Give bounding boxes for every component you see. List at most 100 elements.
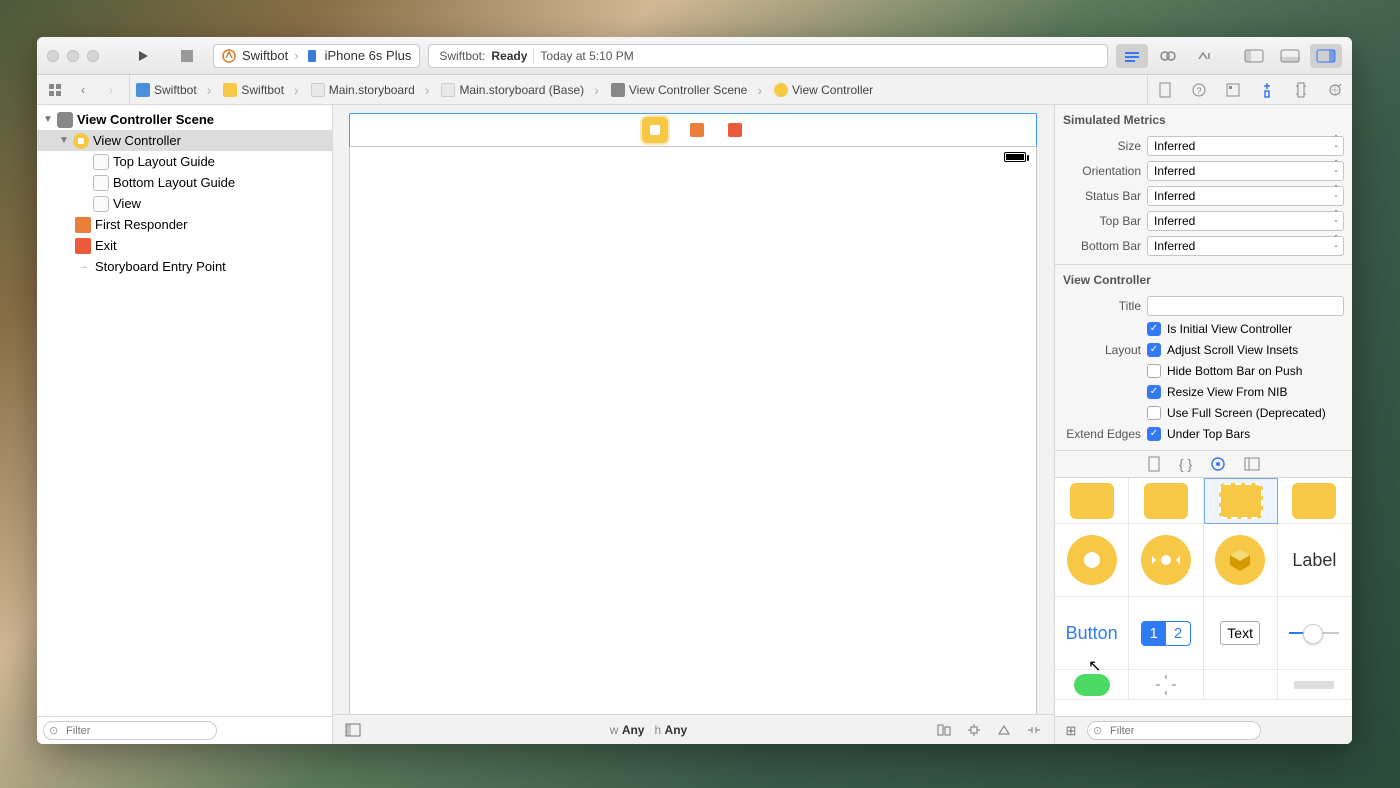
view-controller-heading: View Controller: [1063, 271, 1344, 293]
width-class[interactable]: Any: [622, 723, 645, 737]
view-controller-view[interactable]: [349, 147, 1037, 714]
toggle-inspector-button[interactable]: [1310, 44, 1342, 68]
outline-filter-input[interactable]: [43, 721, 217, 740]
breadcrumb[interactable]: Swiftbot Swiftbot Main.storyboard Main.s…: [130, 75, 1147, 104]
toggle-navigator-button[interactable]: [1238, 44, 1270, 68]
minimize-dot[interactable]: [67, 50, 79, 62]
resize-nib-checkbox[interactable]: ✓: [1147, 385, 1161, 399]
related-items-button[interactable]: [41, 75, 69, 104]
under-top-checkbox[interactable]: ✓: [1147, 427, 1161, 441]
lib-segmented[interactable]: 12: [1129, 597, 1203, 670]
grid-view-button[interactable]: ⊞: [1061, 723, 1081, 739]
size-select[interactable]: Inferred: [1147, 136, 1344, 156]
row-label: Top Layout Guide: [113, 154, 215, 169]
outline-entry-point[interactable]: → Storyboard Entry Point: [37, 256, 332, 277]
close-dot[interactable]: [47, 50, 59, 62]
outline-viewcontroller[interactable]: ▼ View Controller: [37, 130, 332, 151]
lib-unknown-1[interactable]: [1278, 478, 1352, 524]
file-template-tab[interactable]: [1147, 456, 1161, 472]
outline-filter-bar: ⊙: [37, 716, 332, 744]
outline-scene-header[interactable]: ▼ View Controller Scene: [37, 109, 332, 130]
height-class[interactable]: Any: [665, 723, 688, 737]
scene-dock: [349, 113, 1037, 147]
crumb-folder[interactable]: Swiftbot: [241, 83, 284, 97]
scheme-selector[interactable]: Swiftbot › iPhone 6s Plus: [213, 44, 420, 68]
app-icon: [222, 49, 236, 63]
crumb-scene[interactable]: View Controller Scene: [629, 83, 748, 97]
resize-button[interactable]: [1022, 720, 1046, 740]
lib-player[interactable]: [1129, 524, 1203, 597]
search-icon: ⊙: [1093, 724, 1102, 737]
version-editor-button[interactable]: [1188, 44, 1220, 68]
toggle-debug-button[interactable]: [1274, 44, 1306, 68]
topbar-select[interactable]: Inferred: [1147, 211, 1344, 231]
lib-activity[interactable]: [1129, 670, 1203, 700]
battery-icon: [1004, 152, 1026, 162]
title-input[interactable]: [1147, 296, 1344, 316]
activity-viewer: Swiftbot: Ready Today at 5:10 PM: [428, 44, 1108, 68]
zoom-dot[interactable]: [87, 50, 99, 62]
window-traffic-lights[interactable]: [47, 50, 99, 62]
crumb-project[interactable]: Swiftbot: [154, 83, 197, 97]
jump-bar: ‹ › Swiftbot Swiftbot Main.storyboard Ma…: [37, 75, 1352, 105]
exit-dock-icon[interactable]: [726, 121, 744, 139]
lib-slider[interactable]: [1278, 597, 1352, 670]
standard-editor-button[interactable]: [1116, 44, 1148, 68]
lib-collection-cell[interactable]: [1129, 478, 1203, 524]
fullscreen-checkbox[interactable]: [1147, 406, 1161, 420]
outline-exit[interactable]: Exit: [37, 235, 332, 256]
initial-vc-checkbox[interactable]: ✓: [1147, 322, 1161, 336]
run-button[interactable]: [125, 44, 161, 68]
row-label: View Controller: [93, 133, 181, 148]
lib-imageview[interactable]: [1055, 524, 1129, 597]
outline-view[interactable]: View: [37, 193, 332, 214]
scheme-app-label: Swiftbot: [242, 48, 288, 63]
scheme-device-label: iPhone 6s Plus: [325, 48, 412, 63]
adjust-insets-checkbox[interactable]: ✓: [1147, 343, 1161, 357]
canvas[interactable]: ▸: [333, 105, 1054, 714]
identity-inspector-tab[interactable]: [1216, 75, 1250, 104]
help-inspector-tab[interactable]: ?: [1182, 75, 1216, 104]
toggle-outline-button[interactable]: [341, 720, 365, 740]
lib-collection-reusable[interactable]: [1204, 478, 1278, 524]
lib-textfield[interactable]: Text: [1204, 597, 1278, 670]
lib-collection-view[interactable]: [1055, 478, 1129, 524]
align-button[interactable]: [932, 720, 956, 740]
lib-switch[interactable]: [1055, 670, 1129, 700]
statusbar-select[interactable]: Inferred: [1147, 186, 1344, 206]
lib-blank1[interactable]: [1204, 670, 1278, 700]
lib-progress[interactable]: [1278, 670, 1352, 700]
lib-label[interactable]: Label: [1278, 524, 1352, 597]
assistant-editor-button[interactable]: [1152, 44, 1184, 68]
hide-bottom-checkbox[interactable]: [1147, 364, 1161, 378]
crumb-storyboard-base[interactable]: Main.storyboard (Base): [459, 83, 584, 97]
first-responder-dock-icon[interactable]: [688, 121, 706, 139]
outline-first-responder[interactable]: First Responder: [37, 214, 332, 235]
forward-button[interactable]: ›: [97, 75, 125, 104]
entry-point-arrow[interactable]: ▸: [333, 470, 334, 503]
crumb-viewcontroller[interactable]: View Controller: [792, 83, 873, 97]
bottombar-select[interactable]: Inferred: [1147, 236, 1344, 256]
outline-bottom-layout[interactable]: Bottom Layout Guide: [37, 172, 332, 193]
view-controller-scene[interactable]: [349, 113, 1037, 714]
file-inspector-tab[interactable]: [1148, 75, 1182, 104]
attributes-inspector-tab[interactable]: [1250, 75, 1284, 104]
size-inspector-tab[interactable]: [1284, 75, 1318, 104]
library-filter-input[interactable]: [1087, 721, 1261, 740]
back-button[interactable]: ‹: [69, 75, 97, 104]
activity-project: Swiftbot:: [439, 49, 485, 63]
crumb-storyboard[interactable]: Main.storyboard: [329, 83, 415, 97]
object-library-tab[interactable]: [1210, 456, 1226, 472]
lib-scenekit[interactable]: [1204, 524, 1278, 597]
resolve-button[interactable]: [992, 720, 1016, 740]
viewcontroller-dock-icon[interactable]: [642, 117, 668, 143]
connections-inspector-tab[interactable]: [1318, 75, 1352, 104]
pin-button[interactable]: [962, 720, 986, 740]
lib-button[interactable]: Button: [1055, 597, 1129, 670]
outline-top-layout[interactable]: Top Layout Guide: [37, 151, 332, 172]
orientation-select[interactable]: Inferred: [1147, 161, 1344, 181]
code-snippet-tab[interactable]: { }: [1179, 456, 1192, 472]
stop-button[interactable]: [169, 44, 205, 68]
object-library[interactable]: Label Button 12 Text: [1055, 478, 1352, 716]
media-library-tab[interactable]: [1244, 457, 1260, 471]
